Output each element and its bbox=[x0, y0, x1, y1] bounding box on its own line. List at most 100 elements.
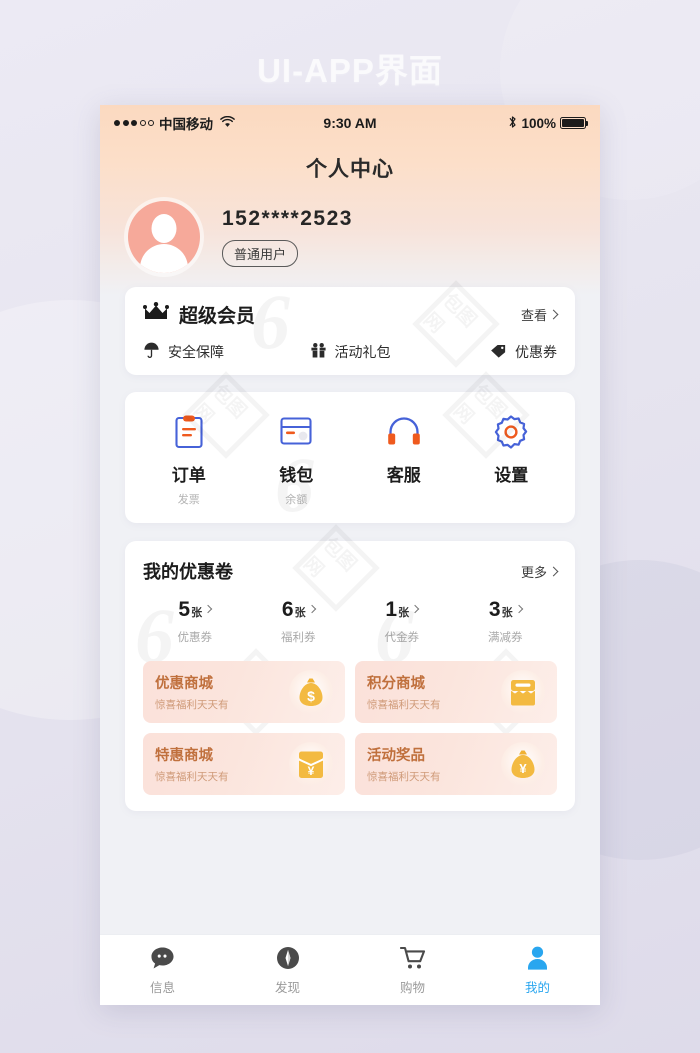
svg-text:¥: ¥ bbox=[308, 764, 315, 778]
headphones-icon bbox=[350, 412, 458, 452]
coupon-unit: 张 bbox=[398, 607, 410, 619]
avatar[interactable] bbox=[128, 201, 200, 273]
promo-grid: 优惠商城 惊喜福利天天有 $ 积分商城 惊喜福利天天有 特惠商城 惊喜福利天天有… bbox=[143, 661, 557, 795]
vip-benefit-coupon[interactable]: 优惠券 bbox=[419, 342, 557, 362]
coupon-section-title: 我的优惠卷 bbox=[143, 562, 233, 582]
phone-mockup: 中国移动 9:30 AM 100% 个人中心 152****2523 普通用户 … bbox=[100, 105, 600, 1005]
shopping-cart-icon bbox=[350, 945, 475, 971]
promo-title: 活动奖品 bbox=[367, 748, 425, 764]
clipboard-icon bbox=[135, 412, 243, 452]
coupon-item-fuli[interactable]: 6张 福利券 bbox=[247, 599, 351, 645]
promo-subtitle: 惊喜福利天天有 bbox=[155, 771, 229, 783]
coupon-unit: 张 bbox=[191, 607, 203, 619]
promo-title: 优惠商城 bbox=[155, 676, 213, 692]
chevron-right-icon bbox=[307, 604, 316, 614]
promo-subtitle: 惊喜福利天天有 bbox=[155, 699, 229, 711]
tab-label: 购物 bbox=[399, 980, 425, 995]
vip-more-label: 查看 bbox=[520, 308, 547, 323]
tab-label: 信息 bbox=[149, 980, 175, 995]
money-bag-dollar-icon: $ bbox=[289, 670, 333, 714]
vip-benefit-safety[interactable]: 安全保障 bbox=[143, 342, 281, 362]
promo-title: 特惠商城 bbox=[155, 748, 213, 764]
chevron-right-icon bbox=[548, 309, 559, 320]
vip-benefit-label: 优惠券 bbox=[515, 344, 557, 360]
coupon-item-manjian[interactable]: 3张 满减券 bbox=[454, 599, 558, 645]
coupon-item-youhui[interactable]: 5张 优惠券 bbox=[143, 599, 247, 645]
tab-label: 我的 bbox=[524, 980, 550, 995]
promo-subtitle: 惊喜福利天天有 bbox=[367, 699, 441, 711]
shop-store-icon bbox=[501, 670, 545, 714]
vip-title: 超级会员 bbox=[179, 306, 256, 327]
coupon-name: 优惠券 bbox=[177, 632, 213, 644]
money-bag-yuan-icon: ¥ bbox=[501, 742, 545, 786]
battery-full-icon bbox=[560, 117, 589, 129]
chevron-right-icon bbox=[514, 604, 523, 614]
nav-title: 个人中心 bbox=[306, 158, 394, 181]
coupon-more-button[interactable]: 更多 bbox=[520, 562, 559, 581]
promo-title: 积分商城 bbox=[367, 676, 425, 692]
coupon-count: 3 bbox=[488, 598, 501, 621]
carrier-label: 中国移动 bbox=[159, 117, 213, 132]
quick-action-orders[interactable]: 订单 发票 bbox=[135, 412, 243, 506]
tab-messages[interactable]: 信息 bbox=[100, 945, 225, 996]
coupon-card: 包图网 6 6 包图网 包图网 我的优惠卷 更多 5张 优惠券 6张 福利 bbox=[125, 524, 575, 811]
chevron-right-icon bbox=[410, 604, 420, 614]
bottom-tab-bar: 信息 发现 购物 我的 bbox=[100, 934, 600, 1005]
coupon-count: 5 bbox=[178, 598, 191, 621]
profile-section[interactable]: 152****2523 普通用户 bbox=[100, 201, 600, 273]
tab-discover[interactable]: 发现 bbox=[225, 945, 350, 996]
quick-action-support[interactable]: 客服 bbox=[350, 412, 458, 505]
user-avatar-icon bbox=[151, 214, 177, 243]
bluetooth-icon bbox=[508, 115, 517, 132]
crown-icon bbox=[143, 302, 169, 327]
quick-action-wallet[interactable]: 钱包 余额 bbox=[243, 412, 351, 506]
signal-dots-icon bbox=[114, 120, 154, 126]
vip-more-button[interactable]: 查看 bbox=[520, 305, 559, 324]
quick-action-label: 订单 bbox=[171, 466, 206, 485]
tag-icon bbox=[490, 342, 507, 362]
coupon-unit: 张 bbox=[501, 607, 513, 619]
promo-tile-activity-prize[interactable]: 活动奖品 惊喜福利天天有 ¥ bbox=[355, 733, 557, 795]
coupon-item-daijin[interactable]: 1张 代金券 bbox=[350, 599, 454, 645]
coupon-count: 1 bbox=[385, 598, 398, 621]
svg-text:$: $ bbox=[307, 688, 315, 704]
wallet-card-icon bbox=[243, 412, 351, 452]
quick-actions-card: 包图网 包图网 6 订单 发票 bbox=[125, 371, 575, 528]
chat-bubble-icon bbox=[100, 945, 225, 971]
status-bar: 中国移动 9:30 AM 100% bbox=[100, 105, 600, 137]
vip-benefit-label: 活动礼包 bbox=[334, 344, 391, 360]
red-packet-yuan-icon: ¥ bbox=[289, 742, 333, 786]
promo-tile-points-mall[interactable]: 积分商城 惊喜福利天天有 bbox=[355, 661, 557, 723]
vip-benefit-gift[interactable]: 活动礼包 bbox=[281, 342, 419, 362]
gift-icon bbox=[310, 342, 327, 362]
vip-benefit-label: 安全保障 bbox=[168, 344, 224, 360]
phone-number: 152****2523 bbox=[222, 207, 353, 230]
coupon-count: 6 bbox=[281, 598, 294, 621]
wifi-icon bbox=[220, 115, 235, 131]
tab-profile[interactable]: 我的 bbox=[475, 945, 600, 996]
quick-action-settings[interactable]: 设置 bbox=[458, 412, 566, 505]
coupon-name: 代金券 bbox=[384, 632, 420, 644]
coupon-name: 满减券 bbox=[488, 632, 523, 644]
quick-action-sub bbox=[458, 491, 566, 505]
status-badge[interactable]: 普通用户 bbox=[222, 240, 299, 267]
svg-text:¥: ¥ bbox=[519, 761, 527, 776]
chevron-right-icon bbox=[203, 604, 213, 614]
vip-card[interactable]: 6 包图网 超级会员 查看 安全保障 bbox=[125, 278, 575, 375]
quick-action-sub: 发票 bbox=[177, 494, 200, 506]
promo-subtitle: 惊喜福利天天有 bbox=[367, 771, 441, 783]
tab-shopping[interactable]: 购物 bbox=[350, 945, 475, 996]
coupon-unit: 张 bbox=[294, 607, 306, 619]
promo-tile-tehui-mall[interactable]: 特惠商城 惊喜福利天天有 ¥ bbox=[143, 733, 345, 795]
promo-tile-youhui-mall[interactable]: 优惠商城 惊喜福利天天有 $ bbox=[143, 661, 345, 723]
person-icon bbox=[475, 945, 600, 971]
quick-action-sub: 余额 bbox=[285, 494, 308, 506]
coupon-more-label: 更多 bbox=[520, 564, 547, 580]
page-title: UI-APP界面 bbox=[257, 52, 443, 89]
battery-percent: 100% bbox=[521, 115, 556, 131]
quick-action-label: 设置 bbox=[494, 466, 529, 485]
quick-action-sub bbox=[350, 491, 458, 505]
tab-label: 发现 bbox=[274, 980, 300, 995]
compass-icon bbox=[225, 945, 350, 971]
gear-icon bbox=[458, 412, 566, 452]
